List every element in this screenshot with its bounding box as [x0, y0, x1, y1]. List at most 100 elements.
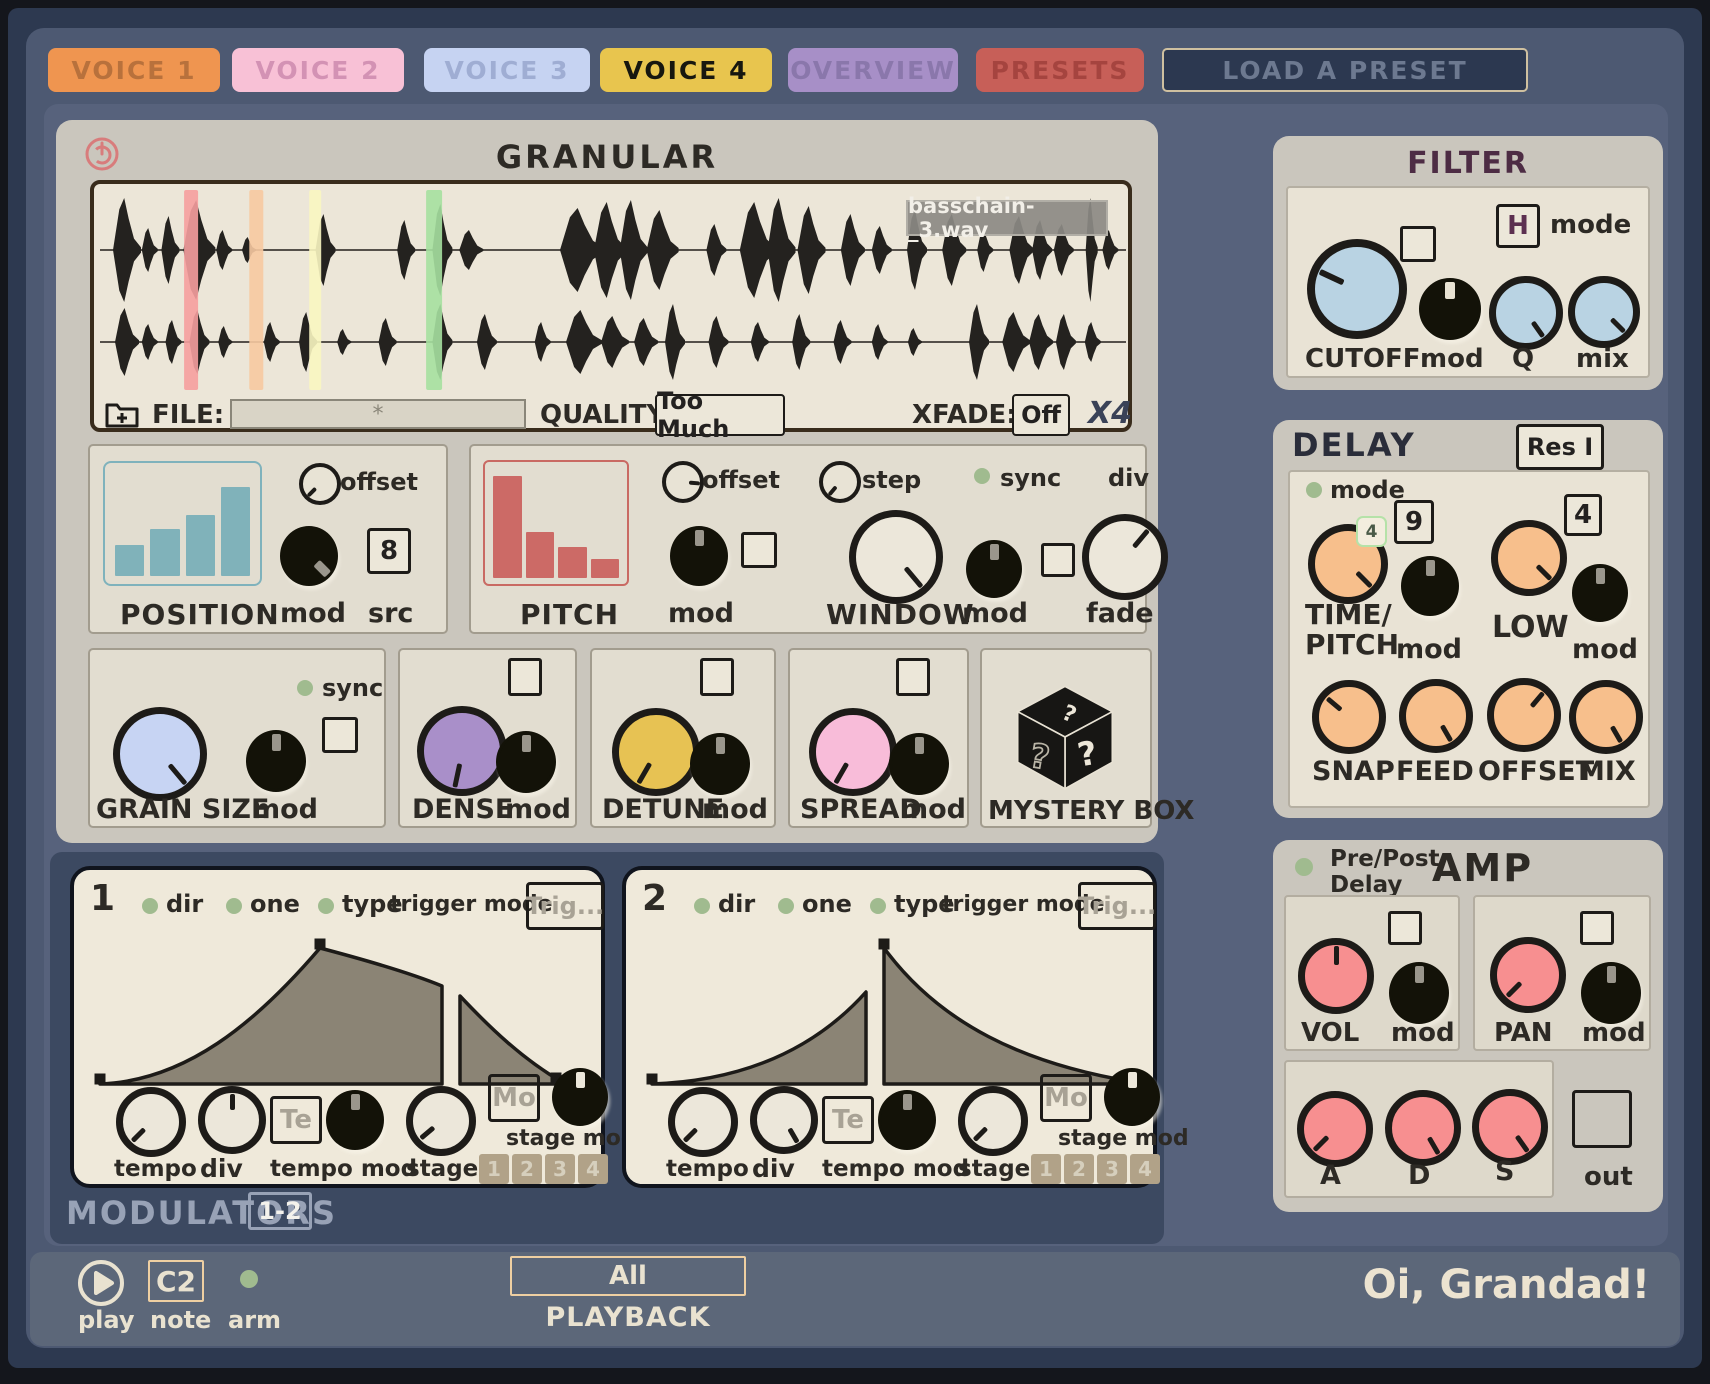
detune-mod-knob[interactable]: [690, 733, 750, 795]
load-preset-button[interactable]: LOAD A PRESET: [1162, 48, 1528, 92]
mod1-one-led[interactable]: [226, 898, 242, 914]
mystery-cube-icon[interactable]: ? ? ?: [1010, 682, 1120, 792]
detune-knob[interactable]: [612, 708, 700, 796]
mod2-div-knob[interactable]: [750, 1086, 818, 1154]
amp-vol-mod-knob[interactable]: [1389, 962, 1449, 1024]
mod2-one-led[interactable]: [778, 898, 794, 914]
delay-snap-knob[interactable]: [1312, 680, 1386, 754]
amp-attack-knob[interactable]: [1297, 1091, 1373, 1167]
file-name-input[interactable]: *: [230, 399, 526, 429]
delay-low-knob[interactable]: [1491, 520, 1567, 596]
mod1-dir-led[interactable]: [142, 898, 158, 914]
pitch-step-knob[interactable]: [819, 461, 861, 503]
mod2-stage-knob[interactable]: [958, 1086, 1028, 1156]
tab-voice-2[interactable]: VOICE 2: [232, 48, 404, 92]
delay-mod-knob[interactable]: [1401, 556, 1459, 616]
position-mod-knob[interactable]: [280, 526, 338, 586]
modulator-pair-button[interactable]: 1-2: [248, 1192, 312, 1230]
grain-size-knob[interactable]: [113, 707, 207, 801]
filter-mode-value[interactable]: H: [1496, 204, 1540, 248]
filter-mod-knob[interactable]: [1419, 278, 1481, 340]
delay-offset-knob[interactable]: [1487, 678, 1561, 752]
filter-cutoff-knob[interactable]: [1307, 239, 1407, 339]
pitch-mod-checkbox[interactable]: [741, 532, 777, 568]
spread-knob[interactable]: [809, 708, 897, 796]
xfade-value[interactable]: Off: [1012, 394, 1070, 436]
pitch-offset-knob[interactable]: [662, 461, 704, 503]
mod2-stage-3-button[interactable]: 3: [1097, 1154, 1127, 1184]
mod2-te-button[interactable]: Te: [822, 1096, 874, 1144]
dense-checkbox[interactable]: [508, 658, 542, 696]
filter-q-knob[interactable]: [1489, 276, 1563, 350]
mod1-stage-1-button[interactable]: 1: [479, 1154, 509, 1184]
pitch-mod2-checkbox[interactable]: [1041, 543, 1075, 577]
mod1-stage-mod-knob[interactable]: [552, 1068, 608, 1126]
mod2-type-led[interactable]: [870, 898, 886, 914]
dense-knob[interactable]: [417, 706, 507, 796]
pitch-window-knob[interactable]: [849, 510, 943, 604]
playback-selector[interactable]: All: [510, 1256, 746, 1296]
delay-res-value[interactable]: Res I: [1516, 424, 1604, 470]
grain-mod-checkbox[interactable]: [322, 717, 358, 753]
spread-checkbox[interactable]: [896, 658, 930, 696]
mod2-stage-mod-knob[interactable]: [1104, 1068, 1160, 1126]
amp-prepost-led[interactable]: [1295, 858, 1313, 876]
add-file-icon[interactable]: [104, 398, 140, 430]
play-button[interactable]: [76, 1258, 126, 1308]
amp-sustain-knob[interactable]: [1472, 1089, 1548, 1165]
grain-mod-knob[interactable]: [246, 730, 306, 792]
pitch-mod-knob[interactable]: [670, 526, 728, 586]
note-value[interactable]: C2: [148, 1260, 204, 1302]
arm-led[interactable]: [240, 1270, 258, 1288]
mod2-stage-1-button[interactable]: 1: [1031, 1154, 1061, 1184]
mod2-stage-2-button[interactable]: 2: [1064, 1154, 1094, 1184]
mod1-stage-4-button[interactable]: 4: [578, 1154, 608, 1184]
filter-mod-checkbox[interactable]: [1400, 226, 1436, 262]
tab-voice-4[interactable]: VOICE 4: [600, 48, 772, 92]
filter-mix-knob[interactable]: [1568, 276, 1640, 348]
mod1-type-led[interactable]: [318, 898, 334, 914]
mod1-te-button[interactable]: Te: [270, 1096, 322, 1144]
delay-mod2-knob[interactable]: [1572, 564, 1628, 622]
tab-overview[interactable]: OVERVIEW: [788, 48, 958, 92]
amp-vol-mod-checkbox[interactable]: [1388, 911, 1422, 945]
detune-checkbox[interactable]: [700, 658, 734, 696]
waveform-display[interactable]: basschain-_3.wav: [90, 180, 1132, 432]
spread-mod-knob[interactable]: [889, 733, 949, 795]
mod2-dir-led[interactable]: [694, 898, 710, 914]
mod1-stage-knob[interactable]: [406, 1086, 476, 1156]
mod1-stage-2-button[interactable]: 2: [512, 1154, 542, 1184]
position-src-value[interactable]: 8: [367, 528, 411, 574]
delay-low-box[interactable]: 4: [1564, 494, 1602, 536]
mod2-mo-button[interactable]: Mo: [1040, 1074, 1092, 1122]
mod2-stage-4-button[interactable]: 4: [1130, 1154, 1160, 1184]
mod2-tempo-knob[interactable]: [668, 1087, 738, 1157]
tab-voice-3[interactable]: VOICE 3: [424, 48, 590, 92]
tab-presets[interactable]: PRESETS: [976, 48, 1144, 92]
mod1-div-knob[interactable]: [198, 1086, 266, 1154]
delay-mode-led[interactable]: [1306, 482, 1322, 498]
mod2-trig-button[interactable]: Trig...: [1078, 882, 1156, 930]
mod1-tempo-knob[interactable]: [116, 1087, 186, 1157]
amp-pan-mod-checkbox[interactable]: [1580, 911, 1614, 945]
mod1-mo-button[interactable]: Mo: [488, 1074, 540, 1122]
amp-pan-mod-knob[interactable]: [1581, 962, 1641, 1024]
mod2-tempo-mod-knob[interactable]: [878, 1090, 936, 1150]
position-chart[interactable]: [103, 461, 262, 586]
amp-out-box[interactable]: [1572, 1090, 1632, 1148]
mod1-stage-3-button[interactable]: 3: [545, 1154, 575, 1184]
pitch-fade-knob[interactable]: [1082, 514, 1168, 600]
amp-pan-knob[interactable]: [1490, 937, 1566, 1013]
mod1-trig-button[interactable]: Trig...: [526, 882, 604, 930]
delay-feed-knob[interactable]: [1399, 679, 1473, 753]
pitch-chart[interactable]: [483, 460, 629, 586]
amp-decay-knob[interactable]: [1385, 1090, 1461, 1166]
delay-time-box[interactable]: 9: [1394, 500, 1434, 544]
pitch-mod2-knob[interactable]: [966, 540, 1022, 598]
delay-mix-knob[interactable]: [1569, 680, 1643, 754]
amp-vol-knob[interactable]: [1298, 938, 1374, 1014]
dense-mod-knob[interactable]: [496, 731, 556, 793]
pitch-sync-led[interactable]: [974, 468, 990, 484]
mod1-tempo-mod-knob[interactable]: [326, 1090, 384, 1150]
quality-value[interactable]: Too Much: [655, 394, 785, 436]
